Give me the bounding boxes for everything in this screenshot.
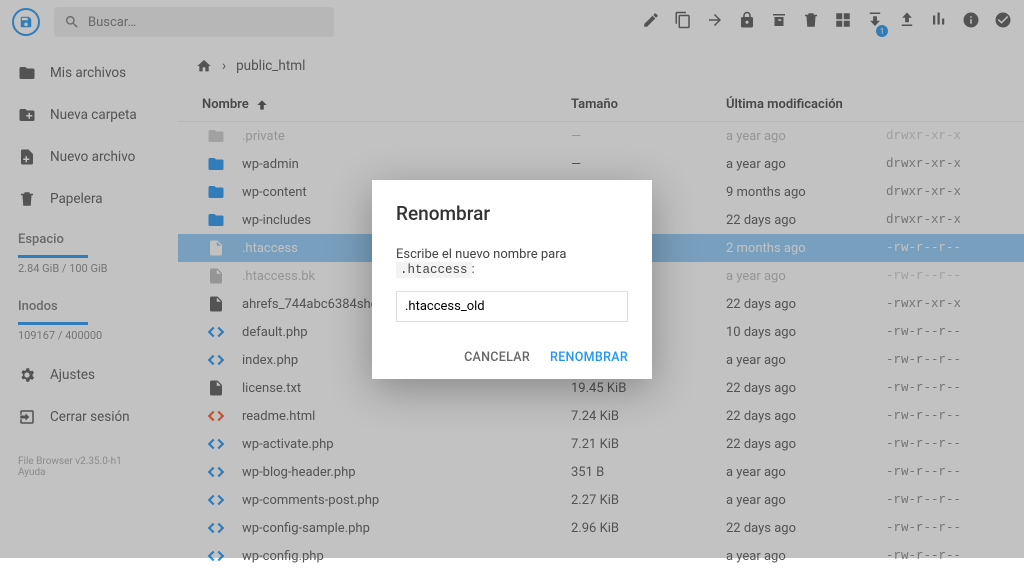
rename-input[interactable] <box>396 291 628 322</box>
modal-overlay: Renombrar Escribe el nuevo nombre para .… <box>0 0 1024 558</box>
cancel-button[interactable]: CANCELAR <box>464 350 530 365</box>
confirm-button[interactable]: RENOMBRAR <box>550 350 628 365</box>
dialog-title: Renombrar <box>396 202 628 225</box>
dialog-prompt: Escribe el nuevo nombre para .htaccess: <box>396 247 628 277</box>
rename-dialog: Renombrar Escribe el nuevo nombre para .… <box>372 180 652 379</box>
